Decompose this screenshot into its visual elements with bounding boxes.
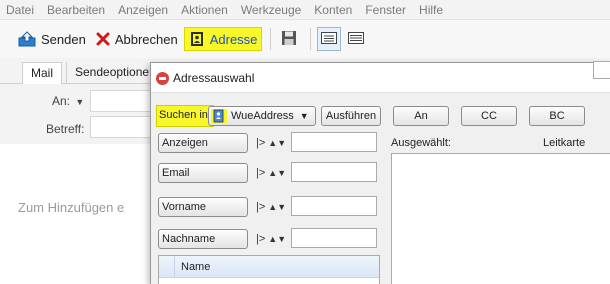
bc-button[interactable]: BC	[529, 106, 585, 126]
tab-send-options[interactable]: Sendeoptione	[66, 62, 157, 84]
dialog-title: Adressauswahl	[173, 71, 255, 85]
send-button[interactable]: Senden	[14, 27, 90, 51]
filter-field-display[interactable]: Anzeigen	[158, 133, 248, 153]
filter-operator-firstname[interactable]: |> ▲▼	[256, 197, 286, 217]
results-list[interactable]: Name	[158, 255, 380, 284]
to-selector[interactable]: An: ▼	[52, 94, 84, 108]
to-button[interactable]: An	[393, 106, 449, 126]
cc-button[interactable]: CC	[461, 106, 517, 126]
name-column-header[interactable]: Name	[181, 261, 210, 273]
selected-list[interactable]	[391, 153, 610, 284]
menu-datei[interactable]: Datei	[6, 3, 34, 17]
search-in-label: Suchen in:	[156, 105, 214, 127]
cancel-button[interactable]: Abbrechen	[92, 27, 182, 51]
sort-updown-icon: ▲▼	[268, 168, 287, 178]
filter-operator-lastname[interactable]: |> ▲▼	[256, 229, 286, 249]
chevron-down-icon: ▼	[75, 97, 85, 107]
save-button[interactable]	[277, 27, 301, 51]
filter-field-firstname[interactable]: Vorname	[158, 197, 248, 217]
toolbar: Senden Abbrechen Adresse	[0, 20, 610, 58]
menu-bearbeiten[interactable]: Bearbeiten	[47, 3, 105, 17]
menu-bar: Datei Bearbeiten Anzeigen Aktionen Werkz…	[0, 0, 610, 20]
chevron-down-icon: ▼	[299, 111, 309, 121]
filter-operator-value: |>	[256, 167, 266, 179]
address-book-icon	[189, 31, 205, 47]
filter-value-email[interactable]	[291, 162, 377, 182]
plain-text-icon	[348, 31, 365, 47]
address-book-value: WueAddress	[231, 110, 294, 122]
list-header: Name	[159, 256, 379, 278]
filter-field-email[interactable]: Email	[158, 163, 248, 183]
plain-text-button[interactable]	[344, 27, 368, 51]
menu-hilfe[interactable]: Hilfe	[419, 3, 443, 17]
cancel-label: Abbrechen	[114, 31, 178, 47]
list-header-spacer	[159, 256, 175, 278]
menu-fenster[interactable]: Fenster	[365, 3, 406, 17]
filter-operator-value: |>	[256, 201, 266, 213]
filter-field-lastname[interactable]: Nachname	[158, 229, 248, 249]
text-format-icon	[321, 31, 338, 47]
menu-werkzeuge[interactable]: Werkzeuge	[241, 3, 301, 17]
selected-label: Ausgewählt:	[391, 137, 451, 149]
html-format-button[interactable]	[317, 27, 342, 51]
menu-konten[interactable]: Konten	[314, 3, 352, 17]
run-button[interactable]: Ausführen	[321, 106, 381, 126]
filter-value-display[interactable]	[291, 132, 377, 152]
toolbar-separator	[270, 28, 272, 50]
tab-mail-label: Mail	[31, 66, 54, 80]
filter-operator-value: |>	[256, 233, 266, 245]
body-hint: Zum Hinzufügen e	[18, 200, 125, 215]
send-label: Senden	[41, 31, 86, 47]
filter-operator-email[interactable]: |> ▲▼	[256, 163, 286, 183]
menu-aktionen[interactable]: Aktionen	[181, 3, 228, 17]
tab-send-options-label: Sendeoptione	[75, 65, 150, 79]
dialog-close-icon[interactable]	[156, 72, 169, 85]
toolbar-separator	[310, 28, 312, 50]
menu-anzeigen[interactable]: Anzeigen	[118, 3, 168, 17]
sort-updown-icon: ▲▼	[268, 138, 287, 148]
address-selection-dialog: Adressauswahl Suchen in: WueAddress ▼ Au…	[150, 61, 610, 284]
filter-operator-display[interactable]: |> ▲▼	[256, 133, 286, 153]
floppy-icon	[281, 30, 297, 49]
sort-updown-icon: ▲▼	[268, 202, 287, 212]
filter-operator-value: |>	[256, 137, 266, 149]
address-book-dropdown[interactable]: WueAddress ▼	[208, 106, 316, 126]
address-book-icon	[211, 109, 227, 123]
header-fields: An: ▼ Betreff:	[0, 84, 160, 144]
subject-label: Betreff:	[46, 122, 85, 136]
index-card-label: Leitkarte	[543, 137, 586, 149]
sort-updown-icon: ▲▼	[268, 234, 287, 244]
tab-mail[interactable]: Mail	[22, 62, 63, 84]
filter-value-lastname[interactable]	[291, 228, 377, 248]
close-icon	[96, 32, 110, 46]
send-icon	[18, 31, 36, 47]
address-label: Adresse	[209, 31, 258, 47]
dialog-topright-box	[593, 61, 610, 79]
dialog-titlebar: Adressauswahl	[151, 61, 610, 93]
to-label: An:	[52, 94, 71, 108]
filter-value-firstname[interactable]	[291, 196, 377, 216]
address-button[interactable]: Adresse	[183, 27, 263, 51]
